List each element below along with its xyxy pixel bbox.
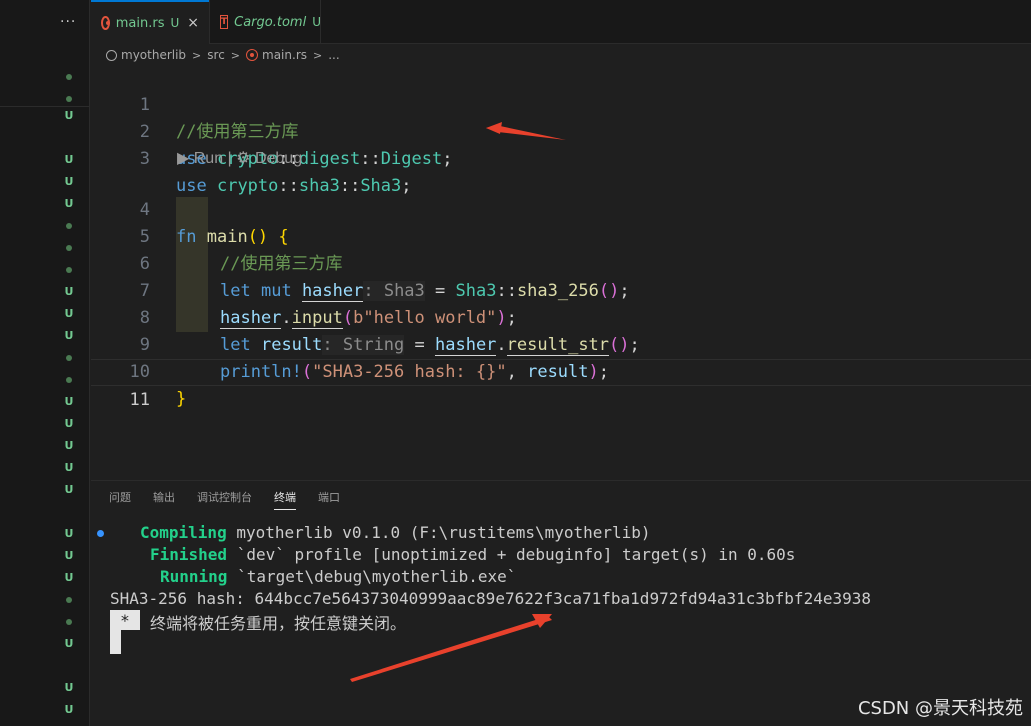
annotation-arrow-2 — [350, 614, 552, 682]
watermark: CSDN @景天科技苑 — [857, 698, 1023, 719]
annotation-arrow-1 — [486, 122, 566, 140]
annotation-arrows — [350, 122, 566, 682]
